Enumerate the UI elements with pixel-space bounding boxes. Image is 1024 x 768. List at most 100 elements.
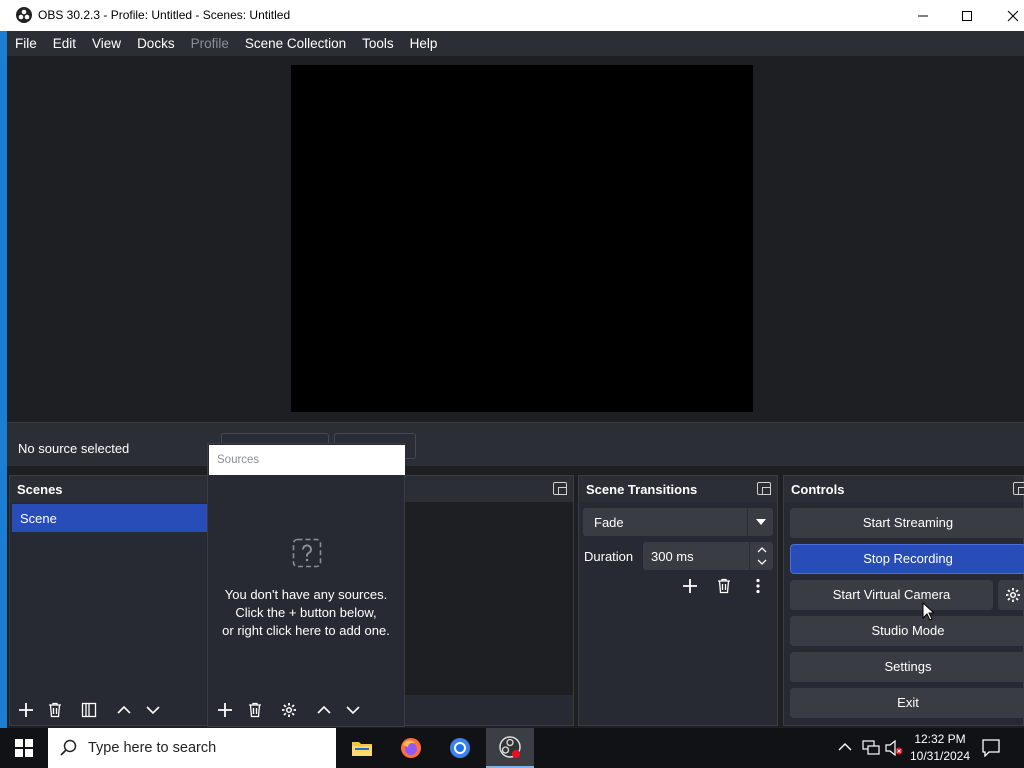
controls-title: Controls <box>791 482 845 497</box>
taskbar: Type here to search 12:32 PM 10/31/2024 <box>0 728 1024 768</box>
no-source-label: No source selected <box>18 441 130 456</box>
firefox-taskbar-button[interactable] <box>387 728 435 768</box>
move-source-up-button[interactable] <box>312 698 336 722</box>
question-icon <box>292 538 322 568</box>
obs-taskbar-button[interactable] <box>486 728 534 768</box>
menu-view[interactable]: View <box>84 36 129 51</box>
maximize-icon <box>962 10 972 21</box>
scene-item-label: Scene <box>20 511 57 526</box>
remove-source-button[interactable] <box>243 698 267 722</box>
move-scene-down-button[interactable] <box>141 698 165 722</box>
start-virtual-camera-button[interactable]: Start Virtual Camera <box>790 580 993 610</box>
scenes-dock: Scenes Scene <box>9 475 208 726</box>
duration-spinbox[interactable]: 300 ms <box>643 542 773 570</box>
gear-icon <box>1006 588 1020 602</box>
menu-scene-collection[interactable]: Scene Collection <box>237 36 354 51</box>
chevron-down-icon <box>146 706 160 715</box>
chrome-taskbar-button[interactable] <box>436 728 484 768</box>
taskbar-search-box[interactable]: Type here to search <box>48 728 336 768</box>
scene-list-item[interactable]: Scene <box>12 504 208 532</box>
window-title: OBS 30.2.3 - Profile: Untitled - Scenes:… <box>38 8 291 22</box>
network-icon[interactable] <box>862 740 880 756</box>
transition-selected-value: Fade <box>594 515 624 530</box>
menu-edit[interactable]: Edit <box>45 36 84 51</box>
virtual-camera-settings-button[interactable] <box>998 580 1024 610</box>
filter-icon <box>81 702 97 718</box>
undock-icon[interactable] <box>757 482 771 495</box>
sources-floating-titlebar[interactable]: Sources <box>209 445 405 475</box>
search-placeholder: Type here to search <box>88 740 217 756</box>
trash-icon <box>249 702 261 718</box>
file-explorer-taskbar-button[interactable] <box>338 728 386 768</box>
clock-time: 12:32 PM <box>914 732 966 746</box>
minimize-icon <box>918 15 928 16</box>
menu-tools[interactable]: Tools <box>354 36 402 51</box>
notifications-button[interactable] <box>982 739 1000 757</box>
source-properties-button[interactable] <box>277 698 301 722</box>
chevron-up-icon <box>117 705 131 714</box>
scene-transitions-dock: Scene Transitions Fade Duration 300 ms <box>578 475 778 726</box>
sources-dock-body <box>405 502 573 695</box>
remove-scene-button[interactable] <box>43 698 67 722</box>
mouse-cursor-icon <box>922 602 934 621</box>
close-icon <box>1007 10 1019 21</box>
sources-floating-dock[interactable]: Sources You don't have any sources. Clic… <box>207 443 405 727</box>
folder-icon <box>352 742 372 756</box>
start-streaming-button[interactable]: Start Streaming <box>790 508 1024 538</box>
transitions-title: Scene Transitions <box>586 482 698 497</box>
undock-icon[interactable] <box>553 482 567 495</box>
search-icon <box>60 739 77 756</box>
studio-mode-button[interactable]: Studio Mode <box>790 616 1024 646</box>
start-button[interactable] <box>0 728 48 768</box>
transition-more-button[interactable] <box>746 574 770 598</box>
gear-icon <box>282 703 296 717</box>
controls-dock: Controls Start Streaming Stop Recording … <box>783 475 1024 726</box>
scene-filters-button[interactable] <box>77 698 101 722</box>
chevron-up-icon <box>317 705 331 714</box>
windows-logo-icon <box>15 739 33 757</box>
taskbar-clock[interactable]: 12:32 PM 10/31/2024 <box>904 731 976 765</box>
chrome-icon <box>450 738 470 758</box>
plus-icon <box>683 579 697 593</box>
move-source-down-button[interactable] <box>341 698 365 722</box>
add-transition-button[interactable] <box>678 574 702 598</box>
add-scene-button[interactable] <box>14 698 38 722</box>
show-hidden-icons-button[interactable] <box>838 740 852 754</box>
move-scene-up-button[interactable] <box>112 698 136 722</box>
obs-logo-icon <box>16 7 32 23</box>
preview-canvas[interactable] <box>291 65 753 412</box>
undock-icon[interactable] <box>1013 482 1024 495</box>
sources-title: Sources <box>217 454 260 466</box>
empty-line-1: You don't have any sources. <box>224 587 388 602</box>
trash-icon <box>49 702 61 718</box>
maximize-button[interactable] <box>944 0 990 31</box>
close-button[interactable] <box>990 0 1024 31</box>
clock-date: 10/31/2024 <box>909 749 971 763</box>
menu-help[interactable]: Help <box>402 36 446 51</box>
menu-file[interactable]: File <box>7 36 45 51</box>
minimize-button[interactable] <box>900 0 946 31</box>
menu-docks[interactable]: Docks <box>129 36 183 51</box>
chevron-down-icon <box>346 706 360 715</box>
volume-muted-icon[interactable] <box>885 740 903 756</box>
desktop-edge <box>0 31 7 728</box>
settings-button[interactable]: Settings <box>790 652 1024 682</box>
remove-transition-button[interactable] <box>712 574 736 598</box>
transition-select[interactable]: Fade <box>583 508 773 536</box>
empty-line-2: Click the + button below, <box>235 605 377 620</box>
menu-profile[interactable]: Profile <box>183 36 237 51</box>
source-context-bar: No source selected <box>7 422 1024 466</box>
plus-icon <box>19 703 33 717</box>
stop-recording-button[interactable]: Stop Recording <box>790 544 1024 574</box>
notification-icon <box>982 739 1000 757</box>
spin-arrows-icon[interactable] <box>749 542 773 570</box>
trash-icon <box>718 578 730 594</box>
firefox-icon <box>401 738 421 758</box>
duration-label: Duration <box>584 549 634 564</box>
add-source-button[interactable] <box>213 698 237 722</box>
dropdown-arrow-icon <box>747 508 773 536</box>
empty-line-3: or right click here to add one. <box>222 623 390 638</box>
scenes-dock-header: Scenes <box>10 476 207 502</box>
exit-button[interactable]: Exit <box>790 688 1024 718</box>
obs-app-icon <box>499 736 521 758</box>
